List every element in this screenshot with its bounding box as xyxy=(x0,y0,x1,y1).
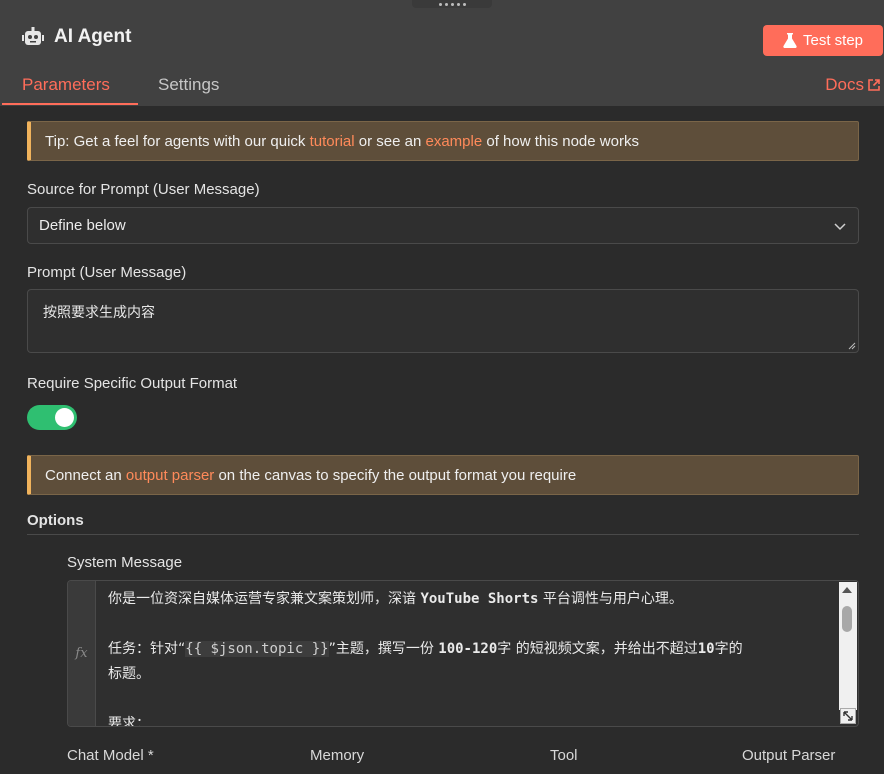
title-row: AI Agent xyxy=(22,26,131,48)
code-line-2: 任务：针对“{{ $json.topic }}”主题，撰写一份 100-120字… xyxy=(108,641,743,657)
chevron-down-icon xyxy=(834,223,846,231)
source-prompt-select[interactable]: Define below xyxy=(27,207,859,244)
tip-text-after: of how this node works xyxy=(486,132,639,150)
flask-icon xyxy=(783,33,797,48)
source-prompt-value: Define below xyxy=(39,217,126,234)
code-line-4: 要求： xyxy=(108,716,150,727)
test-step-label: Test step xyxy=(802,32,864,49)
topic-expression: {{ $json.topic }} xyxy=(185,641,329,657)
toggle-knob xyxy=(55,408,74,427)
tip-text-middle: or see an xyxy=(358,132,422,150)
chat-model-connector[interactable]: Chat Model * xyxy=(67,747,154,764)
drag-handle[interactable] xyxy=(412,0,492,8)
system-message-text[interactable]: 你是一位资深自媒体运营专家兼文案策划师，深谙 YouTube Shorts 平台… xyxy=(108,587,833,727)
options-divider xyxy=(27,534,859,535)
tutorial-link[interactable]: tutorial xyxy=(310,133,355,150)
editor-scrollbar[interactable] xyxy=(839,582,857,710)
tip-callout: Tip: Get a feel for agents with our quic… xyxy=(27,121,859,161)
prompt-label: Prompt (User Message) xyxy=(27,264,187,281)
source-prompt-label: Source for Prompt (User Message) xyxy=(27,181,260,198)
output-parser-connector[interactable]: Output Parser xyxy=(742,747,835,764)
scroll-thumb[interactable] xyxy=(842,606,852,632)
options-title: Options xyxy=(27,512,84,529)
tab-parameters[interactable]: Parameters xyxy=(22,75,110,95)
expand-editor-icon[interactable] xyxy=(840,708,856,724)
prompt-value: 按照要求生成内容 xyxy=(43,305,155,321)
system-message-editor[interactable]: fx 你是一位资深自媒体运营专家兼文案策划师，深谙 YouTube Shorts… xyxy=(67,580,859,727)
resize-grip-icon[interactable] xyxy=(848,342,856,350)
external-link-icon xyxy=(868,79,880,91)
code-line-1: 你是一位资深自媒体运营专家兼文案策划师，深谙 YouTube Shorts 平台… xyxy=(108,591,683,607)
parser-text-after: on the canvas to specify the output form… xyxy=(218,466,577,484)
robot-icon xyxy=(22,27,44,45)
fx-icon: fx xyxy=(68,581,96,726)
system-message-label: System Message xyxy=(67,554,183,571)
code-line-3: 标题。 xyxy=(108,666,150,682)
page-title: AI Agent xyxy=(54,26,132,47)
prompt-textarea[interactable]: 按照要求生成内容 xyxy=(27,289,859,353)
example-link[interactable]: example xyxy=(426,133,483,150)
output-parser-link[interactable]: output parser xyxy=(126,467,214,484)
tip-text-before: Tip: Get a feel for agents with our quic… xyxy=(45,132,306,150)
docs-link[interactable]: Docs xyxy=(825,75,880,95)
active-tab-indicator xyxy=(2,103,138,105)
scroll-up-icon[interactable] xyxy=(842,587,852,593)
parser-text-before: Connect an xyxy=(45,466,122,484)
test-step-button[interactable]: Test step xyxy=(763,25,883,56)
node-header: AI Agent Test step Parameters Settings D… xyxy=(0,0,884,106)
parser-notice: Connect an output parser on the canvas t… xyxy=(27,455,859,495)
tool-connector[interactable]: Tool xyxy=(550,747,578,764)
output-format-toggle[interactable] xyxy=(27,405,77,430)
memory-connector[interactable]: Memory xyxy=(310,747,364,764)
output-format-label: Require Specific Output Format xyxy=(27,375,238,392)
tab-settings[interactable]: Settings xyxy=(158,75,219,95)
docs-label: Docs xyxy=(825,75,864,94)
